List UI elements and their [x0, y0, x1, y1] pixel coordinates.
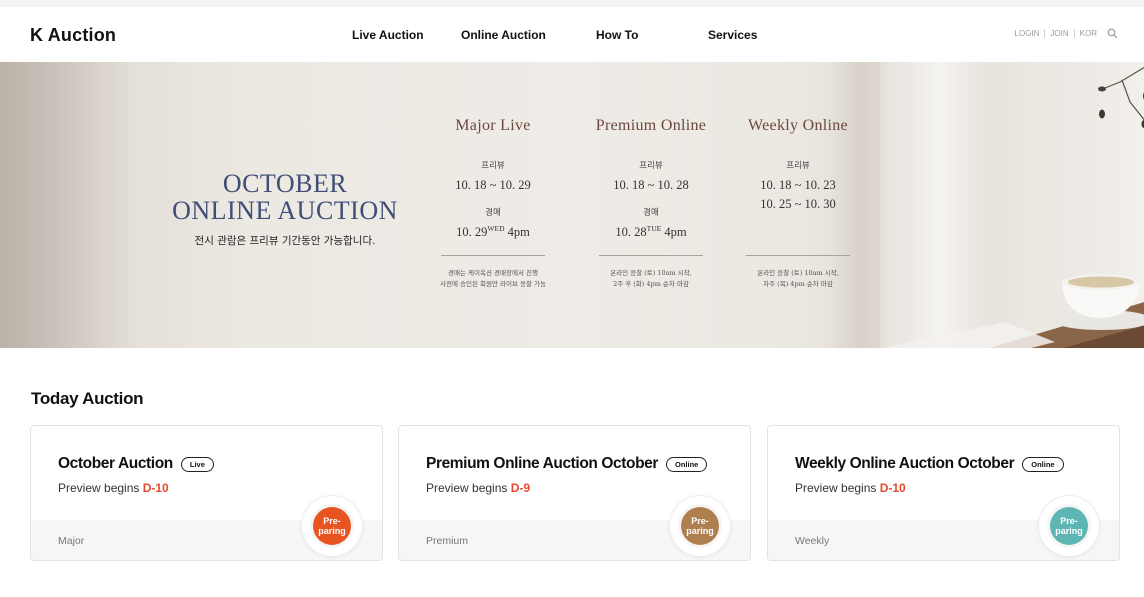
live-tag: Live [180, 456, 214, 472]
site-header: K Auction Live Auction Online Auction Ho… [0, 0, 1144, 62]
auction-day: TUE [646, 224, 662, 233]
preview-label: 프리뷰 [639, 161, 663, 171]
status-badge: Pre-paring [670, 496, 730, 556]
nav-online-auction[interactable]: Online Auction [461, 28, 546, 42]
preview-prefix: Preview begins [795, 481, 877, 495]
card-title: Premium Online Auction October Online [426, 455, 708, 473]
banner-title-line1: OCTOBER [222, 169, 348, 198]
badge-line: paring [686, 526, 714, 536]
dday-count: D-10 [879, 481, 906, 495]
card-title: Weekly Online Auction October Online [795, 455, 1064, 473]
auction-date: 10. 28 [615, 225, 647, 240]
online-tag: Online [1022, 456, 1064, 472]
schedule-note: 경매는 케이옥션 경매장에서 진행 사전에 승인된 회원만 라이브 응찰 가능 [413, 268, 573, 290]
card-title-text: October Auction [58, 455, 173, 472]
schedule-note: 온라인 응찰 (토) 10am 시작, 차주 (목) 4pm 순차 마감 [718, 268, 878, 290]
schedule-title: Major Live [455, 117, 531, 134]
auction-label: 경매 [485, 208, 501, 218]
note-line: 온라인 응찰 (토) 10am 시작, [757, 269, 839, 277]
preview-prefix: Preview begins [426, 481, 508, 495]
badge-line: Pre- [1060, 516, 1078, 526]
badge-line: paring [1055, 526, 1083, 536]
divider [1073, 29, 1075, 38]
auction-date: 10. 29 [456, 225, 488, 240]
language-link[interactable]: KOR [1080, 29, 1097, 38]
banner-title-line2: ONLINE AUCTION [172, 196, 398, 225]
badge-line: Pre- [691, 516, 709, 526]
note-line: 온라인 응찰 (토) 10am 시작, [610, 269, 692, 277]
auction-day: WED [487, 224, 505, 233]
dday-count: D-10 [142, 481, 169, 495]
note-line: 2주 후 (화) 4pm 순차 마감 [613, 280, 689, 288]
divider [1044, 29, 1046, 38]
auction-label: 경매 [643, 208, 659, 218]
schedule-title: Weekly Online [748, 117, 848, 134]
preview-dates: 10. 25 ~ 10. 30 [760, 197, 836, 211]
schedule-note: 온라인 응찰 (토) 10am 시작, 2주 후 (화) 4pm 순차 마감 [571, 268, 731, 290]
divider [441, 255, 545, 256]
preview-label: 프리뷰 [786, 161, 810, 171]
online-tag: Online [666, 456, 708, 472]
nav-live-auction-link[interactable]: Live Auction [352, 28, 424, 42]
preview-dates: 10. 18 ~ 10. 23 [760, 178, 836, 192]
search-icon[interactable] [1107, 28, 1118, 39]
banner-subtitle: 전시 관람은 프리뷰 기간동안 가능합니다. [194, 235, 376, 247]
card-category: Premium [426, 535, 469, 547]
card-category: Weekly [795, 535, 830, 547]
badge-line: paring [318, 526, 346, 536]
auction-card-october[interactable]: October Auction Live Preview begins D-10… [30, 425, 383, 561]
divider [599, 255, 703, 256]
schedule-title: Premium Online [595, 117, 707, 134]
card-title: October Auction Live [58, 455, 214, 473]
note-line: 경매는 케이옥션 경매장에서 진행 [448, 269, 538, 277]
card-title-text: Weekly Online Auction October [795, 455, 1015, 472]
card-category: Major [58, 535, 85, 547]
dday-count: D-9 [510, 481, 531, 495]
nav-services[interactable]: Services [708, 28, 757, 42]
divider [746, 255, 850, 256]
nav-online-auction-link[interactable]: Online Auction [461, 28, 546, 42]
status-badge: Pre-paring [302, 496, 362, 556]
section-title: Today Auction [31, 389, 144, 408]
hero-banner[interactable]: OCTOBER ONLINE AUCTION 전시 관람은 프리뷰 기간동안 가… [0, 62, 1144, 348]
status-badge-label: Pre-paring [1050, 507, 1088, 545]
login-link[interactable]: LOGIN [1015, 29, 1040, 38]
auction-time: 4pm [507, 225, 530, 240]
nav-services-link[interactable]: Services [708, 28, 757, 42]
card-title-text: Premium Online Auction October [426, 455, 659, 472]
auction-datetime: 10. 29WED 4pm [413, 224, 573, 240]
nav-live-auction[interactable]: Live Auction [352, 28, 424, 42]
auction-card-premium[interactable]: Premium Online Auction October Online Pr… [398, 425, 751, 561]
auction-card-weekly[interactable]: Weekly Online Auction October Online Pre… [767, 425, 1120, 561]
preview-text: Preview begins D-9 [426, 481, 530, 495]
status-badge-label: Pre-paring [681, 507, 719, 545]
site-logo[interactable]: K Auction [30, 25, 116, 46]
banner-curtain [0, 62, 140, 348]
preview-label: 프리뷰 [481, 161, 505, 171]
join-link[interactable]: JOIN [1050, 29, 1068, 38]
note-line: 사전에 승인된 회원만 라이브 응찰 가능 [439, 280, 546, 288]
status-badge-label: Pre-paring [313, 507, 351, 545]
preview-prefix: Preview begins [58, 481, 140, 495]
coffee-cup-illustration [1052, 274, 1144, 330]
branch-illustration [1098, 66, 1144, 128]
nav-how-to[interactable]: How To [596, 28, 638, 42]
preview-text: Preview begins D-10 [795, 481, 906, 495]
utility-menu: LOGIN JOIN KOR [1015, 28, 1118, 39]
nav-how-to-link[interactable]: How To [596, 28, 638, 42]
note-line: 차주 (목) 4pm 순차 마감 [763, 280, 833, 288]
auction-time: 4pm [664, 225, 687, 240]
preview-dates: 10. 18 ~ 10. 29 [455, 178, 531, 192]
auction-datetime: 10. 28TUE 4pm [571, 224, 731, 240]
badge-line: Pre- [323, 516, 341, 526]
preview-dates: 10. 18 ~ 10. 28 [613, 178, 689, 192]
status-badge: Pre-paring [1039, 496, 1099, 556]
preview-text: Preview begins D-10 [58, 481, 169, 495]
